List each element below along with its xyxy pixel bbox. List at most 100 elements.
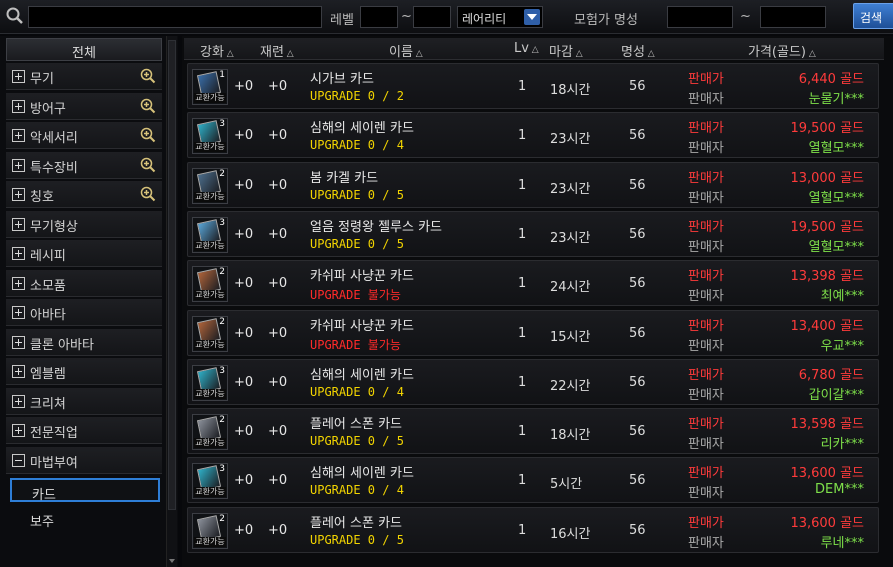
search-button[interactable]: 검색 [853,3,893,29]
subcategory-item[interactable]: 보주 [10,507,160,531]
col-deadline[interactable]: 마감 △ [549,41,583,60]
level-min-input[interactable] [360,6,398,28]
category-item[interactable]: 소모품 [6,269,162,297]
level-max-input[interactable] [413,6,451,28]
card-item-icon[interactable]: 3 교환가능 [192,216,228,253]
price-value: 19,500 골드 [790,219,864,235]
seller-label: 판매자 [688,239,724,255]
upgrade-status: UPGRADE 0 / 4 [310,483,404,498]
auction-row[interactable]: 3 교환가능 +0 +0 심해의 세이렌 카드 UPGRADE 0 / 4 1 23시간 56 판… [187,112,879,159]
category-item[interactable]: 방어구 [6,92,162,120]
expand-icon[interactable] [12,276,25,290]
refine-value: +0 [268,128,288,144]
category-item[interactable]: 칭호 [6,181,162,208]
upgrade-status: UPGRADE 0 / 5 [310,187,404,202]
card-item-icon[interactable]: 2 교환가능 [192,315,228,352]
category-item[interactable]: 클론 아바타 [6,328,162,356]
scroll-down-arrow[interactable] [169,559,175,563]
fame-value: 56 [629,325,646,341]
category-label: 무기형상 [30,219,78,235]
scrollbar-thumb[interactable] [168,40,176,510]
card-item-icon[interactable]: 3 교환가능 [192,118,228,155]
expand-icon[interactable] [12,158,25,172]
category-item[interactable]: 크리쳐 [6,387,162,415]
expand-icon[interactable] [12,394,25,408]
zoom-in-icon[interactable] [140,68,156,84]
category-item[interactable]: 특수장비 [6,151,162,179]
enhance-value: +0 [234,522,254,538]
deadline-value: 18시간 [550,428,591,444]
refine-value: +0 [268,276,288,292]
subcategory-item[interactable]: 카드 [10,478,160,503]
level-value: 1 [518,79,527,94]
expand-icon[interactable] [12,188,25,201]
auction-row[interactable]: 3 교환가능 +0 +0 얼음 정령왕 젤루스 카드 UPGRADE 0 / 5 1 23시간… [187,210,879,257]
category-all[interactable]: 전체 [6,38,162,61]
category-item[interactable]: 악세서리 [6,122,162,149]
list-header: 강화 △ 재련 △ 이름 △ Lv △ 마감 △ 명성 △ 가격(골드) △ [184,38,884,60]
level-value: 1 [518,522,527,538]
card-item-icon[interactable]: 2 교환가능 [192,266,228,303]
auction-row[interactable]: 2 교환가능 +0 +0 플레어 스폰 카드 UPGRADE 0 / 5 1 18시간 56 판매… [187,408,879,455]
expand-icon[interactable] [12,99,25,113]
col-name[interactable]: 이름 △ [389,41,423,60]
zoom-in-icon[interactable] [140,186,156,202]
col-refine[interactable]: 재련 △ [260,41,294,60]
search-input[interactable] [28,6,322,28]
collapse-icon[interactable] [12,453,25,467]
auction-row[interactable]: 2 교환가능 +0 +0 봄 카겔 카드 UPGRADE 0 / 5 1 23시간 56 판매가 판… [187,161,879,208]
auction-row[interactable]: 2 교환가능 +0 +0 카쉬파 사냥꾼 카드 UPGRADE 불가능 1 15시간 56 판매가… [187,309,879,356]
expand-icon[interactable] [12,424,25,437]
auction-row[interactable]: 3 교환가능 +0 +0 심해의 세이렌 카드 UPGRADE 0 / 4 1 22시간 56 판… [187,358,879,405]
col-price[interactable]: 가격(골드) △ [748,41,816,60]
level-value: 1 [518,473,527,489]
expand-icon[interactable] [12,129,25,142]
expand-icon[interactable] [12,247,25,260]
category-item[interactable]: 마법부여 [6,446,162,474]
col-fame[interactable]: 명성 △ [621,41,655,60]
expand-icon[interactable] [12,335,25,349]
zoom-in-icon[interactable] [140,127,156,143]
auction-row[interactable]: 3 교환가능 +0 +0 심해의 세이렌 카드 UPGRADE 0 / 4 1 5시간 56 판매… [187,457,879,504]
category-item[interactable]: 무기 [6,63,162,90]
category-item[interactable]: 레시피 [6,240,162,267]
card-item-icon[interactable]: 2 교환가능 [192,167,228,204]
card-item-icon[interactable]: 2 교환가능 [192,512,228,549]
rarity-select[interactable]: 레어리티 [457,6,543,28]
expand-icon[interactable] [12,70,25,83]
category-item[interactable]: 아바타 [6,299,162,326]
zoom-in-icon[interactable] [140,98,156,114]
col-level[interactable]: Lv △ [514,41,539,56]
sidebar-scrollbar[interactable] [166,36,177,567]
card-item-icon[interactable]: 1 교환가능 [192,69,228,105]
tradeable-tag: 교환가능 [194,487,226,498]
tradeable-tag: 교환가능 [194,339,226,350]
fame-max-input[interactable] [760,6,826,28]
auction-row[interactable]: 2 교환가능 +0 +0 플레어 스폰 카드 UPGRADE 0 / 5 1 16시간 56 판매… [187,506,879,553]
card-item-icon[interactable]: 3 교환가능 [192,463,228,500]
category-item[interactable]: 전문직업 [6,417,162,444]
category-item[interactable]: 무기형상 [6,210,162,238]
refine-value: +0 [268,424,288,440]
card-item-icon[interactable]: 2 교환가능 [192,414,228,451]
expand-icon[interactable] [12,217,25,231]
card-item-icon[interactable]: 3 교환가능 [192,364,228,401]
seller-label: 판매자 [688,535,724,551]
category-label: 전문직업 [30,426,78,441]
fame-min-input[interactable] [667,6,733,28]
col-enhance[interactable]: 강화 △ [200,41,234,60]
expand-icon[interactable] [12,365,25,378]
category-item[interactable]: 엠블렘 [6,358,162,385]
seller-name: 눈물기*** [808,92,864,107]
enhance-value: +0 [234,79,254,94]
enhance-value: +0 [234,226,254,242]
auction-row[interactable]: 2 교환가능 +0 +0 카쉬파 사냥꾼 카드 UPGRADE 불가능 1 24시간 56 판매가… [187,260,879,307]
expand-icon[interactable] [12,306,25,319]
category-label: 크리쳐 [30,396,66,412]
card-tier-number: 3 [219,365,225,376]
search-icon[interactable] [5,6,25,26]
chevron-down-icon[interactable] [524,9,540,25]
auction-row[interactable]: 1 교환가능 +0 +0 시가브 카드 UPGRADE 0 / 2 1 18시간 56 판매가 판매… [187,63,879,109]
zoom-in-icon[interactable] [140,157,156,173]
enhance-value: +0 [234,177,254,193]
